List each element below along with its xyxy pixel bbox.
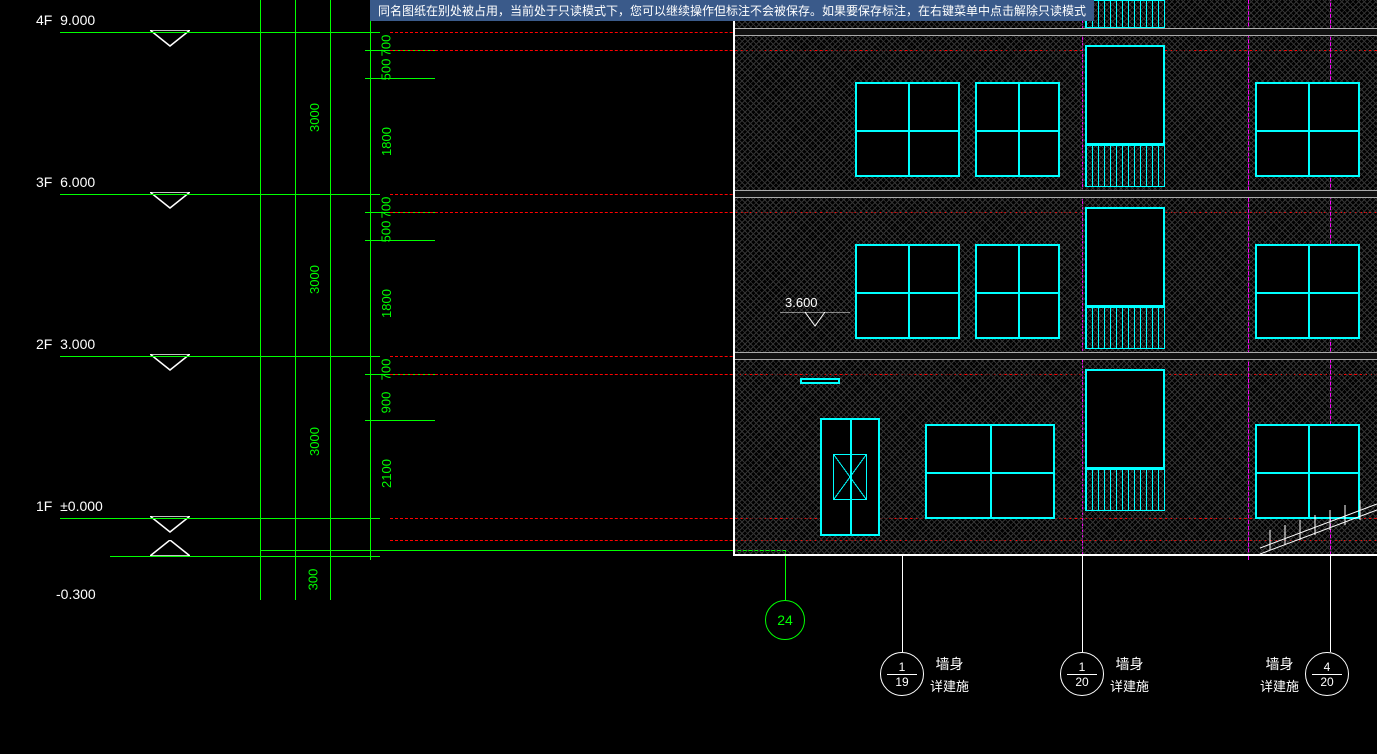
balcony-door-3f [1085,45,1165,145]
balcony-4f [1085,0,1165,28]
elev-3600: 3.600 [785,295,818,310]
entry-door-1f [820,418,880,536]
balcony-door-2f [1085,207,1165,307]
dim-line-v1 [260,0,261,600]
basement-elev: -0.300 [56,586,96,602]
window-3f-b [975,82,1060,177]
axis-24: 24 [765,600,805,640]
floor-2f: 2F 3.000 [36,336,95,352]
floor-line-2f [60,356,380,357]
base-line [110,556,380,557]
floor-line-4f [60,32,380,33]
lintel [800,378,840,384]
dim-line-v4 [370,0,371,560]
slab-2f [735,352,1377,360]
floor-line-3f [60,194,380,195]
dim-300: 300 [305,569,320,591]
balcony-rail-1f [1085,469,1165,511]
tick [365,240,435,241]
tick [365,420,435,421]
detail-ref-3: 墙身详建施 420 [1260,652,1349,696]
dim-700-c: 700 [378,359,393,381]
axis-line [260,550,785,551]
tick [365,78,435,79]
balcony-rail-2f [1085,307,1165,349]
elev-3600-mark [780,312,850,328]
window-1f-a [925,424,1055,519]
detail-leader-2 [1082,556,1083,652]
dim-line-v2 [295,0,296,600]
dim-500-b: 500 [378,221,393,243]
detail-leader-1 [902,556,903,652]
window-3f-a [855,82,960,177]
floor-1f: 1F ±0.000 [36,498,103,514]
dim-line-v3 [330,0,331,600]
dim-3000-b: 3000 [307,265,322,294]
dim-700-b: 700 [378,197,393,219]
detail-leader-3 [1330,556,1331,652]
detail-ref-1: 119 墙身详建施 [880,652,969,696]
dim-1800-a: 1800 [379,127,394,156]
dim-3000-a: 3000 [307,103,322,132]
detail-ref-2: 120 墙身详建施 [1060,652,1149,696]
dim-3000-c: 3000 [307,427,322,456]
balcony-rail-3f [1085,145,1165,187]
slab-4f [735,28,1377,36]
floor-3f: 3F 6.000 [36,174,95,190]
readonly-notice: 同名图纸在别处被占用，当前处于只读模式下，您可以继续操作但标注不会被保存。如果要… [370,0,1094,21]
axis-drop [785,550,786,600]
window-2f-c [1255,244,1360,339]
dim-1800-b: 1800 [379,289,394,318]
window-3f-c [1255,82,1360,177]
ramp [1260,500,1377,556]
floor-4f: 4F 9.000 [36,12,95,28]
balcony-door-1f [1085,369,1165,469]
dim-700-a: 700 [378,35,393,57]
dim-500-a: 500 [378,59,393,81]
dim-900: 900 [378,392,393,414]
floor-line-1f [60,518,380,519]
window-2f-b [975,244,1060,339]
slab-3f [735,190,1377,198]
dim-2100: 2100 [379,459,394,488]
window-2f-a [855,244,960,339]
